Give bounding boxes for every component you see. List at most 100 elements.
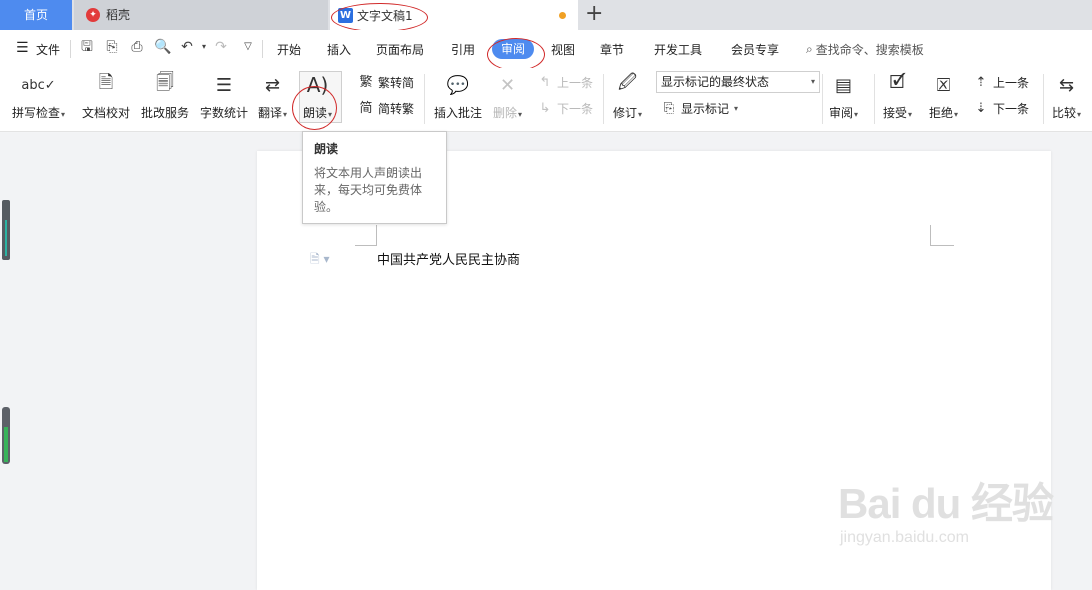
word-count-icon: ☰ bbox=[215, 74, 233, 96]
chevron-down-icon: ▾ bbox=[954, 110, 959, 119]
menu-file[interactable]: 文件 bbox=[36, 41, 60, 58]
show-markup-button[interactable]: ⎘ 显示标记 ▾ bbox=[661, 100, 738, 117]
side-handle-bottom[interactable] bbox=[2, 407, 10, 464]
menu-tab-review[interactable]: 审阅 bbox=[492, 39, 534, 59]
reject-icon: 🗵 bbox=[936, 74, 951, 96]
track-changes-icon: 🖉 bbox=[617, 72, 638, 93]
menu-tab-view[interactable]: 视图 bbox=[551, 41, 575, 58]
next-change-button[interactable]: ⇣ 下一条 bbox=[973, 100, 1029, 117]
prev-change-icon: ⇡ bbox=[975, 74, 987, 90]
read-aloud-tooltip: 朗读 将文本用人声朗读出来，每天均可免费体验。 bbox=[302, 131, 447, 224]
spell-check-label: 拼写检查 bbox=[12, 106, 61, 120]
chevron-down-icon: ▾ bbox=[810, 77, 815, 86]
translate-icon: ⇄ bbox=[264, 74, 281, 96]
trad-to-simp-button[interactable]: 繁繁转简 bbox=[358, 74, 414, 91]
word-count-button[interactable]: ☰ 字数统计 bbox=[200, 72, 248, 121]
tab-bar: 首页 ✦ 稻壳 W 文字文稿1 + bbox=[0, 0, 1092, 30]
menu-tab-start[interactable]: 开始 bbox=[277, 41, 301, 58]
tab-document[interactable]: W 文字文稿1 bbox=[330, 0, 578, 30]
simp-to-trad-icon: 简 bbox=[359, 100, 373, 116]
trad-to-simp-label: 繁转简 bbox=[378, 76, 415, 90]
chevron-down-icon: ▾ bbox=[734, 104, 739, 113]
print-icon[interactable]: ⎙ bbox=[129, 39, 145, 55]
display-state-select[interactable]: 显示标记的最终状态 ▾ bbox=[656, 71, 820, 93]
command-search-placeholder: 查找命令、搜索模板 bbox=[815, 43, 924, 57]
command-search[interactable]: ⌕ 查找命令、搜索模板 bbox=[806, 41, 924, 58]
search-icon: ⌕ bbox=[806, 42, 813, 56]
tab-daoke-label: 稻壳 bbox=[106, 8, 131, 22]
watermark-main: Bai du 经验 bbox=[838, 480, 1054, 527]
export-pdf-icon[interactable]: ⎘ bbox=[104, 39, 120, 55]
next-comment-button[interactable]: ↳ 下一条 bbox=[537, 100, 593, 117]
review-pane-icon: ▤ bbox=[835, 74, 853, 96]
revision-service-icon: 🗐 bbox=[156, 72, 174, 93]
accept-icon: 🗹 bbox=[889, 72, 906, 93]
menu-tab-page-layout[interactable]: 页面布局 bbox=[376, 41, 424, 58]
divider bbox=[874, 74, 875, 124]
review-pane-label: 审阅 bbox=[829, 106, 854, 120]
comment-plus-icon: 💬 bbox=[446, 74, 470, 96]
reject-button[interactable]: 🗵 拒绝▾ bbox=[929, 72, 958, 121]
prev-change-label: 上一条 bbox=[993, 76, 1030, 90]
divider bbox=[262, 40, 263, 58]
tab-home[interactable]: 首页 bbox=[0, 0, 72, 30]
menu-tab-developer[interactable]: 开发工具 bbox=[654, 41, 702, 58]
chevron-down-icon: ▾ bbox=[61, 110, 66, 119]
reject-label: 拒绝 bbox=[929, 106, 954, 120]
review-pane-button[interactable]: ▤ 审阅▾ bbox=[829, 72, 858, 121]
menu-tab-references[interactable]: 引用 bbox=[451, 41, 475, 58]
revision-service-button[interactable]: 🗐 批改服务 bbox=[141, 72, 189, 121]
trad-to-simp-icon: 繁 bbox=[359, 74, 373, 90]
tab-document-label: 文字文稿1 bbox=[357, 8, 413, 23]
translate-button[interactable]: ⇄ 翻译▾ bbox=[258, 72, 287, 121]
next-comment-label: 下一条 bbox=[557, 102, 594, 116]
accept-button[interactable]: 🗹 接受▾ bbox=[883, 72, 912, 121]
spell-check-icon: abc✓ bbox=[21, 77, 56, 93]
tab-daoke[interactable]: ✦ 稻壳 bbox=[74, 0, 328, 30]
customize-chevron-icon[interactable]: ▽ bbox=[240, 39, 256, 55]
prev-comment-icon: ↰ bbox=[539, 74, 551, 90]
document-text[interactable]: 中国共产党人民民主协商 bbox=[377, 249, 520, 268]
doc-proofread-button[interactable]: 🗎 文档校对 bbox=[82, 72, 130, 121]
read-aloud-label: 朗读 bbox=[303, 106, 328, 120]
chevron-down-icon: ▾ bbox=[328, 110, 333, 119]
delete-comment-button[interactable]: ✕ 删除▾ bbox=[493, 72, 522, 121]
redo-icon[interactable]: ↷ bbox=[213, 39, 229, 55]
menu-tab-member[interactable]: 会员专享 bbox=[731, 41, 779, 58]
save-icon[interactable]: 🖫 bbox=[79, 39, 95, 55]
proofread-icon: 🗎 bbox=[98, 72, 114, 93]
show-markup-label: 显示标记 bbox=[681, 102, 730, 116]
print-preview-icon[interactable]: 🔍 bbox=[154, 39, 171, 55]
read-aloud-button[interactable]: A) 朗读▾ bbox=[303, 72, 332, 121]
track-changes-button[interactable]: 🖉 修订▾ bbox=[613, 72, 642, 121]
prev-comment-label: 上一条 bbox=[557, 76, 594, 90]
prev-change-button[interactable]: ⇡ 上一条 bbox=[973, 74, 1029, 91]
menu-tab-chapter[interactable]: 章节 bbox=[600, 41, 624, 58]
divider bbox=[424, 74, 425, 124]
translate-label: 翻译 bbox=[258, 106, 283, 120]
compare-icon: ⇆ bbox=[1058, 74, 1075, 96]
hamburger-menu-icon[interactable]: ☰ bbox=[16, 40, 29, 56]
side-handle-top[interactable] bbox=[2, 200, 10, 260]
paragraph-handle-icon[interactable]: 🗎 ▾ bbox=[310, 250, 330, 271]
ribbon-toolbar: abc✓ 拼写检查▾ 🗎 文档校对 🗐 批改服务 ☰ 字数统计 ⇄ 翻译▾ A)… bbox=[0, 68, 1092, 132]
chevron-down-icon: ▾ bbox=[854, 110, 859, 119]
insert-comment-button[interactable]: 💬 插入批注 bbox=[434, 72, 482, 121]
undo-dropdown-chevron-icon[interactable]: ▾ bbox=[196, 39, 212, 55]
chevron-down-icon: ▾ bbox=[638, 110, 643, 119]
new-tab-plus-icon[interactable]: + bbox=[585, 2, 603, 26]
margin-corner-top-left bbox=[355, 225, 377, 246]
show-markup-icon: ⎘ bbox=[663, 100, 675, 116]
divider bbox=[822, 74, 823, 124]
display-state-value: 显示标记的最终状态 bbox=[661, 75, 770, 89]
undo-icon[interactable]: ↶ bbox=[179, 39, 195, 55]
spell-check-button[interactable]: abc✓ 拼写检查▾ bbox=[12, 72, 65, 121]
compare-button[interactable]: ⇆ 比较▾ bbox=[1052, 72, 1081, 121]
simp-to-trad-button[interactable]: 简简转繁 bbox=[358, 100, 414, 117]
menu-tab-insert[interactable]: 插入 bbox=[327, 41, 351, 58]
doc-proofread-label: 文档校对 bbox=[82, 106, 131, 120]
delete-comment-icon: ✕ bbox=[499, 74, 516, 96]
compare-label: 比较 bbox=[1052, 106, 1077, 120]
writer-doc-icon: W bbox=[338, 7, 353, 23]
prev-comment-button[interactable]: ↰ 上一条 bbox=[537, 74, 593, 91]
